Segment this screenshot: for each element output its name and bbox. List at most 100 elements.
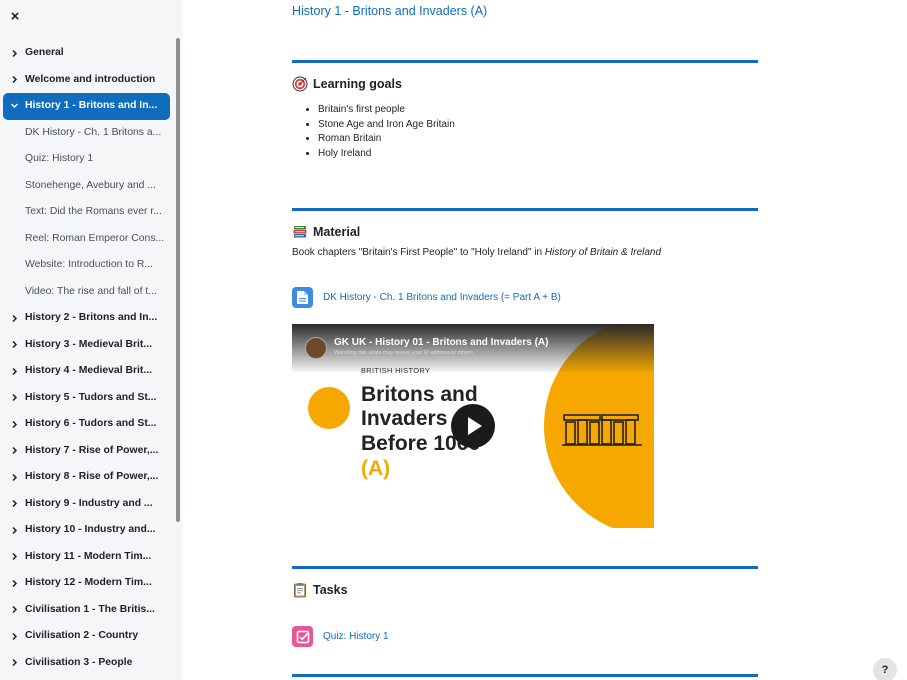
sidebar-activity-item[interactable]: Quiz: History 1 xyxy=(0,146,176,173)
sidebar-section-item[interactable]: History 7 - Rise of Power,... xyxy=(0,438,176,465)
chevron-right-icon[interactable] xyxy=(11,659,18,666)
tasks-title: Tasks xyxy=(313,583,348,597)
sidebar-section-item[interactable]: History 3 - Medieval Brit... xyxy=(0,332,176,359)
channel-avatar[interactable] xyxy=(305,337,327,359)
sidebar-item-label: History 2 - Britons and In... xyxy=(25,312,158,323)
video-headline-line: (A) xyxy=(361,457,391,480)
chevron-right-icon[interactable] xyxy=(11,314,18,322)
chevron-right-icon[interactable] xyxy=(11,579,18,587)
resource-link[interactable]: DK History - Ch. 1 Britons and Invaders … xyxy=(292,287,561,308)
chevron-right-icon[interactable] xyxy=(11,394,18,401)
chevron-right-icon[interactable] xyxy=(11,473,18,481)
video-kicker: BRITISH HISTORY xyxy=(361,366,431,375)
help-button[interactable]: ? xyxy=(873,658,897,680)
tasks-heading: Tasks xyxy=(292,582,348,598)
section-divider xyxy=(292,208,758,211)
sidebar-item-label: Stonehenge, Avebury and ... xyxy=(25,179,156,191)
chevron-right-icon[interactable] xyxy=(11,341,18,348)
chevron-right-icon[interactable] xyxy=(11,367,18,375)
sidebar-item-label: Video: The rise and fall of t... xyxy=(25,285,157,297)
learning-goals-title: Learning goals xyxy=(313,77,402,91)
sidebar-activity-item[interactable]: Reel: Roman Emperor Cons... xyxy=(0,226,176,253)
material-text: Book chapters "Britain's First People" t… xyxy=(292,247,545,258)
sidebar-section-item[interactable]: History 10 - Industry and... xyxy=(0,517,176,544)
video-privacy-note: Watching this video may reveal your IP a… xyxy=(334,350,475,356)
sidebar-item-label: DK History - Ch. 1 Britons a... xyxy=(25,126,162,138)
sidebar-item-label: Website: Introduction to R... xyxy=(25,259,154,270)
sidebar-section-item[interactable]: Civilisation 3 - People xyxy=(0,650,176,677)
sidebar-section-item[interactable]: History 1 - Britons and In... xyxy=(3,93,170,120)
chevron-down-icon[interactable] xyxy=(11,102,18,109)
video-title[interactable]: GK UK - History 01 - Britons and Invader… xyxy=(334,337,548,348)
target-icon xyxy=(292,76,308,92)
sidebar-section-item[interactable]: History 2 - Britons and In... xyxy=(0,305,176,332)
video-header xyxy=(292,324,654,372)
chevron-right-icon[interactable] xyxy=(11,500,18,507)
sidebar-section-item[interactable]: History 5 - Tudors and St... xyxy=(0,385,176,412)
quiz-link[interactable]: Quiz: History 1 xyxy=(292,626,389,647)
sidebar-item-label: History 9 - Industry and ... xyxy=(25,497,153,509)
sidebar-section-item[interactable]: Civilisation 2 - Country xyxy=(0,623,176,650)
sidebar-section-item[interactable]: Civilisation 1 - The Britis... xyxy=(0,597,176,624)
sidebar-scrollbar[interactable] xyxy=(176,38,180,522)
stonehenge-icon xyxy=(562,412,644,453)
sidebar-item-label: General xyxy=(25,47,64,58)
sidebar-item-label: History 4 - Medieval Brit... xyxy=(25,365,153,376)
chevron-right-icon[interactable] xyxy=(11,49,18,57)
books-icon xyxy=(292,224,308,240)
sidebar-activity-item[interactable]: Stonehenge, Avebury and ... xyxy=(0,173,176,200)
sidebar-activity-item[interactable]: Website: Introduction to R... xyxy=(0,252,176,279)
video-embed[interactable]: GK UK - History 01 - Britons and Invader… xyxy=(292,324,654,528)
course-index: General Welcome and introduction History 1… xyxy=(0,40,176,676)
sidebar-section-item[interactable]: History 9 - Industry and ... xyxy=(0,491,176,518)
chevron-right-icon[interactable] xyxy=(11,553,18,560)
sidebar-item-label: History 10 - Industry and... xyxy=(25,524,156,535)
sidebar-item-label: Civilisation 2 - Country xyxy=(25,630,139,641)
chevron-right-icon[interactable] xyxy=(11,606,18,613)
material-title: Material xyxy=(313,225,361,239)
sidebar-section-item[interactable]: General xyxy=(0,40,176,67)
book-title: History of Britain & Ireland xyxy=(544,247,662,258)
sidebar-item-label: History 5 - Tudors and St... xyxy=(25,391,157,403)
sidebar-activity-item[interactable]: Text: Did the Romans ever r... xyxy=(0,199,176,226)
sidebar-activity-item[interactable]: DK History - Ch. 1 Britons a... xyxy=(0,120,176,147)
chevron-right-icon[interactable] xyxy=(11,526,18,534)
section-title-link[interactable]: History 1 - Britons and Invaders (A) xyxy=(292,4,487,18)
video-decor-dot xyxy=(308,387,350,429)
list-item: Roman Britain xyxy=(318,132,455,147)
chevron-right-icon[interactable] xyxy=(11,447,18,454)
sidebar-item-label: History 1 - Britons and In... xyxy=(25,100,158,111)
sidebar-activity-item[interactable]: Video: The rise and fall of t... xyxy=(0,279,176,306)
sidebar-section-item[interactable]: History 12 - Modern Tim... xyxy=(0,570,176,597)
chevron-right-icon[interactable] xyxy=(11,420,18,428)
video-headline-line: Britons and xyxy=(361,383,478,406)
section-divider xyxy=(292,566,758,569)
list-item: Holy Ireland xyxy=(318,147,455,162)
sidebar-section-item[interactable]: Welcome and introduction xyxy=(0,67,176,94)
sidebar-section-item[interactable]: History 8 - Rise of Power,... xyxy=(0,464,176,491)
section-divider xyxy=(292,60,758,63)
sidebar-item-label: History 8 - Rise of Power,... xyxy=(25,471,159,482)
main-content: History 1 - Britons and Invaders (A) Lea… xyxy=(292,0,758,680)
material-description: Book chapters "Britain's First People" t… xyxy=(292,247,661,258)
sidebar-item-label: Civilisation 1 - The Britis... xyxy=(25,603,155,615)
clipboard-icon xyxy=(292,582,308,598)
sidebar-item-label: History 12 - Modern Tim... xyxy=(25,577,152,588)
play-button[interactable] xyxy=(451,404,495,448)
close-drawer-button[interactable]: × xyxy=(8,9,22,24)
list-item: Britain's first people xyxy=(318,103,455,118)
sidebar-section-item[interactable]: History 4 - Medieval Brit... xyxy=(0,358,176,385)
learning-goals-heading: Learning goals xyxy=(292,76,402,92)
sidebar-item-label: History 6 - Tudors and St... xyxy=(25,418,157,429)
sidebar-item-label: History 3 - Medieval Brit... xyxy=(25,338,153,350)
chevron-right-icon[interactable] xyxy=(11,76,18,83)
section-divider xyxy=(292,674,758,677)
chevron-right-icon[interactable] xyxy=(11,632,18,640)
sidebar-section-item[interactable]: History 6 - Tudors and St... xyxy=(0,411,176,438)
sidebar-item-label: History 7 - Rise of Power,... xyxy=(25,444,159,456)
sidebar-section-item[interactable]: History 11 - Modern Tim... xyxy=(0,544,176,571)
sidebar-item-label: Quiz: History 1 xyxy=(25,153,94,164)
course-index-drawer: × General Welcome and introduction History… xyxy=(0,0,182,680)
material-heading: Material xyxy=(292,224,360,240)
sidebar-item-label: Welcome and introduction xyxy=(25,73,156,85)
